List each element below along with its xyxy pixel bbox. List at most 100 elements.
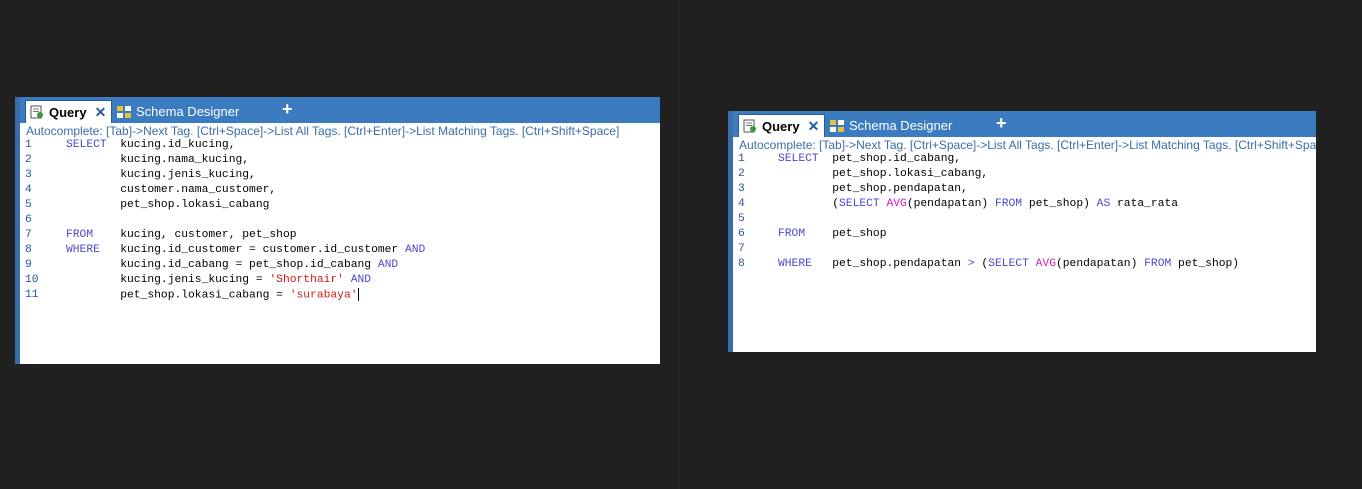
tab-schema-designer[interactable]: Schema Designer [115,100,241,123]
code-line[interactable]: 2 pet_shop.lokasi_cabang, [733,167,1316,182]
sql-keyword: SELECT [988,258,1029,270]
sql-text: kucing.id_kucing, [106,139,236,151]
line-number: 3 [25,169,32,181]
sql-keyword: AND [404,244,426,256]
line-number: 1 [25,139,32,151]
sql-string: 'Shorthair' [269,274,344,286]
line-number: 7 [738,243,745,255]
sql-editor[interactable]: 1 SELECT kucing.id_kucing, 2 kucing.nama_k… [20,138,660,303]
code-line[interactable]: 5 pet_shop.lokasi_cabang [20,198,660,213]
code-text: pet_shop.lokasi_cabang, [752,167,988,182]
sql-text: customer.nama_customer, [66,184,277,196]
code-line[interactable]: 3 pet_shop.pendapatan, [733,182,1316,197]
tab-query-label: Query [49,104,87,120]
sql-text: kucing.jenis_kucing = [66,274,270,286]
line-number: 6 [25,214,32,226]
sql-keyword: AND [377,259,399,271]
code-line[interactable]: 2 kucing.nama_kucing, [20,153,660,168]
line-number: 2 [25,154,32,166]
code-text: FROM kucing, customer, pet_shop [39,228,297,243]
sql-keyword: FROM [778,228,806,240]
query-window-left: Query ✕ Schema Designer + Autocomplete: … [15,97,660,364]
code-text: customer.nama_customer, [39,183,276,198]
tab-schema-label: Schema Designer [849,118,953,133]
add-tab-button[interactable]: + [996,113,1007,134]
sql-keyword: SELECT [66,139,107,151]
code-line[interactable]: 10 kucing.jenis_kucing = 'Shorthair' AND [20,273,660,288]
code-text: SELECT kucing.id_kucing, [39,138,236,153]
sql-editor[interactable]: 1 SELECT pet_shop.id_cabang, 2 pet_shop.lo… [733,152,1316,272]
line-number: 5 [738,213,745,225]
sql-function: AVG [886,198,907,210]
query-window-right: Query ✕ Schema Designer + Autocomplete: … [728,111,1316,352]
text-caret [357,288,359,301]
sql-text: (pendapatan) [1056,258,1145,270]
line-number: 7 [25,229,32,241]
code-line[interactable]: 8 WHERE kucing.id_customer = customer.id_… [20,243,660,258]
code-line[interactable]: 4 (SELECT AVG(pendapatan) FROM pet_shop)… [733,197,1316,212]
sql-keyword: AND [350,274,372,286]
sql-text: ( [778,198,840,210]
line-number: 10 [25,274,39,286]
sql-text: kucing.id_cabang = pet_shop.id_cabang [66,259,378,271]
query-doc-icon [743,119,756,133]
line-number: 2 [738,168,745,180]
sql-text: pet_shop.lokasi_cabang = [66,289,290,302]
line-number: 11 [25,289,39,302]
sql-text: kucing.jenis_kucing, [66,169,256,181]
code-text: SELECT pet_shop.id_cabang, [752,152,961,167]
sql-keyword: WHERE [778,258,812,270]
code-line[interactable]: 3 kucing.jenis_kucing, [20,168,660,183]
code-line[interactable]: 7 FROM kucing, customer, pet_shop [20,228,660,243]
sql-keyword: > [967,258,975,270]
sql-text: pet_shop) [1171,258,1240,270]
code-line[interactable]: 4 customer.nama_customer, [20,183,660,198]
sql-text: pet_shop) [1022,198,1097,210]
code-line[interactable]: 5 [733,212,1316,227]
line-number: 1 [738,153,745,165]
code-line[interactable]: 6 FROM pet_shop [733,227,1316,242]
sql-keyword: SELECT [778,153,819,165]
tab-query[interactable]: Query ✕ [738,114,825,137]
code-line[interactable]: 11 pet_shop.lokasi_cabang = 'surabaya' [20,288,660,303]
line-number: 4 [738,198,745,210]
sql-text: kucing.id_customer = customer.id_custome… [99,244,405,256]
sql-keyword: FROM [1144,258,1172,270]
code-line[interactable]: 8 WHERE pet_shop.pendapatan > (SELECT AVG… [733,257,1316,272]
sql-keyword: FROM [66,229,94,241]
sql-text: ( [974,258,989,270]
code-line[interactable]: 7 [733,242,1316,257]
tab-bar: Query ✕ Schema Designer + [733,111,1316,137]
tab-query[interactable]: Query ✕ [25,100,112,123]
line-number: 8 [25,244,32,256]
code-line[interactable]: 1 SELECT kucing.id_kucing, [20,138,660,153]
code-text: pet_shop.lokasi_cabang [39,198,269,213]
sql-text: kucing, customer, pet_shop [93,229,297,241]
code-line[interactable]: 9 kucing.id_cabang = pet_shop.id_cabang … [20,258,660,273]
tab-query-label: Query [762,118,800,134]
code-text: WHERE pet_shop.pendapatan > (SELECT AVG(… [752,257,1239,272]
code-text: WHERE kucing.id_customer = customer.id_c… [39,243,425,258]
schema-designer-icon [117,105,131,118]
window-divider [678,0,679,489]
code-text: kucing.jenis_kucing, [39,168,256,183]
code-line[interactable]: 1 SELECT pet_shop.id_cabang, [733,152,1316,167]
tab-bar: Query ✕ Schema Designer + [20,97,660,123]
line-number: 3 [738,183,745,195]
tab-schema-designer[interactable]: Schema Designer [828,114,954,137]
sql-text: (pendapatan) [906,198,995,210]
sql-text: pet_shop [805,228,887,240]
code-line[interactable]: 6 [20,213,660,228]
line-number: 4 [25,184,32,196]
sql-text: pet_shop.pendapatan [811,258,968,270]
add-tab-button[interactable]: + [282,99,293,120]
close-tab-icon[interactable]: ✕ [95,104,107,121]
sql-text: pet_shop.lokasi_cabang, [778,168,989,180]
sql-text: pet_shop.lokasi_cabang [66,199,270,211]
code-text: kucing.nama_kucing, [39,153,249,168]
close-tab-icon[interactable]: ✕ [808,118,820,135]
line-number: 9 [25,259,32,271]
code-text: kucing.jenis_kucing = 'Shorthair' AND [39,273,371,288]
